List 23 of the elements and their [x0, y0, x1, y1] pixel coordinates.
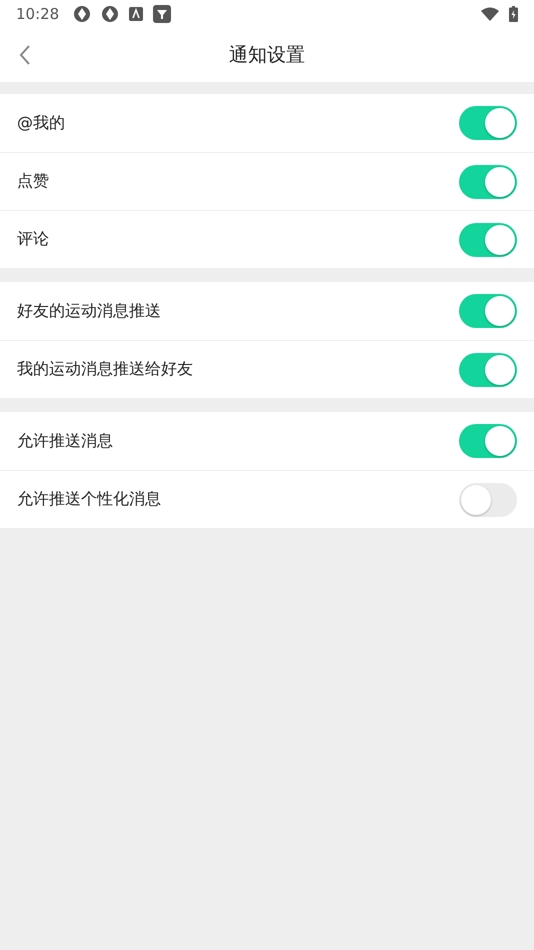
toggle-switch[interactable]	[459, 424, 517, 458]
app-notification-icon	[153, 5, 172, 23]
battery-icon	[509, 6, 518, 22]
wifi-icon	[481, 7, 499, 21]
setting-label: 允许推送个性化消息	[17, 489, 162, 510]
aperture-icon	[101, 5, 120, 23]
setting-label: @我的	[17, 112, 66, 134]
toggle-switch[interactable]	[459, 222, 517, 256]
toggle-switch[interactable]	[459, 164, 517, 198]
app-notification-icon	[129, 7, 144, 21]
toggle-switch[interactable]	[459, 106, 517, 140]
toggle-switch[interactable]	[459, 294, 517, 328]
back-icon	[18, 44, 32, 66]
setting-label: 点赞	[17, 171, 50, 192]
toggle-switch[interactable]	[459, 352, 517, 386]
setting-label: 评论	[17, 229, 50, 250]
page-title: 通知设置	[229, 43, 305, 68]
setting-label: 我的运动消息推送给好友	[17, 359, 194, 380]
setting-label: 好友的运动消息推送	[17, 300, 162, 322]
aperture-icon	[73, 5, 92, 23]
toggle-switch[interactable]	[459, 482, 517, 516]
setting-label: 允许推送消息	[17, 430, 114, 452]
status-time: 10:28	[16, 5, 60, 23]
